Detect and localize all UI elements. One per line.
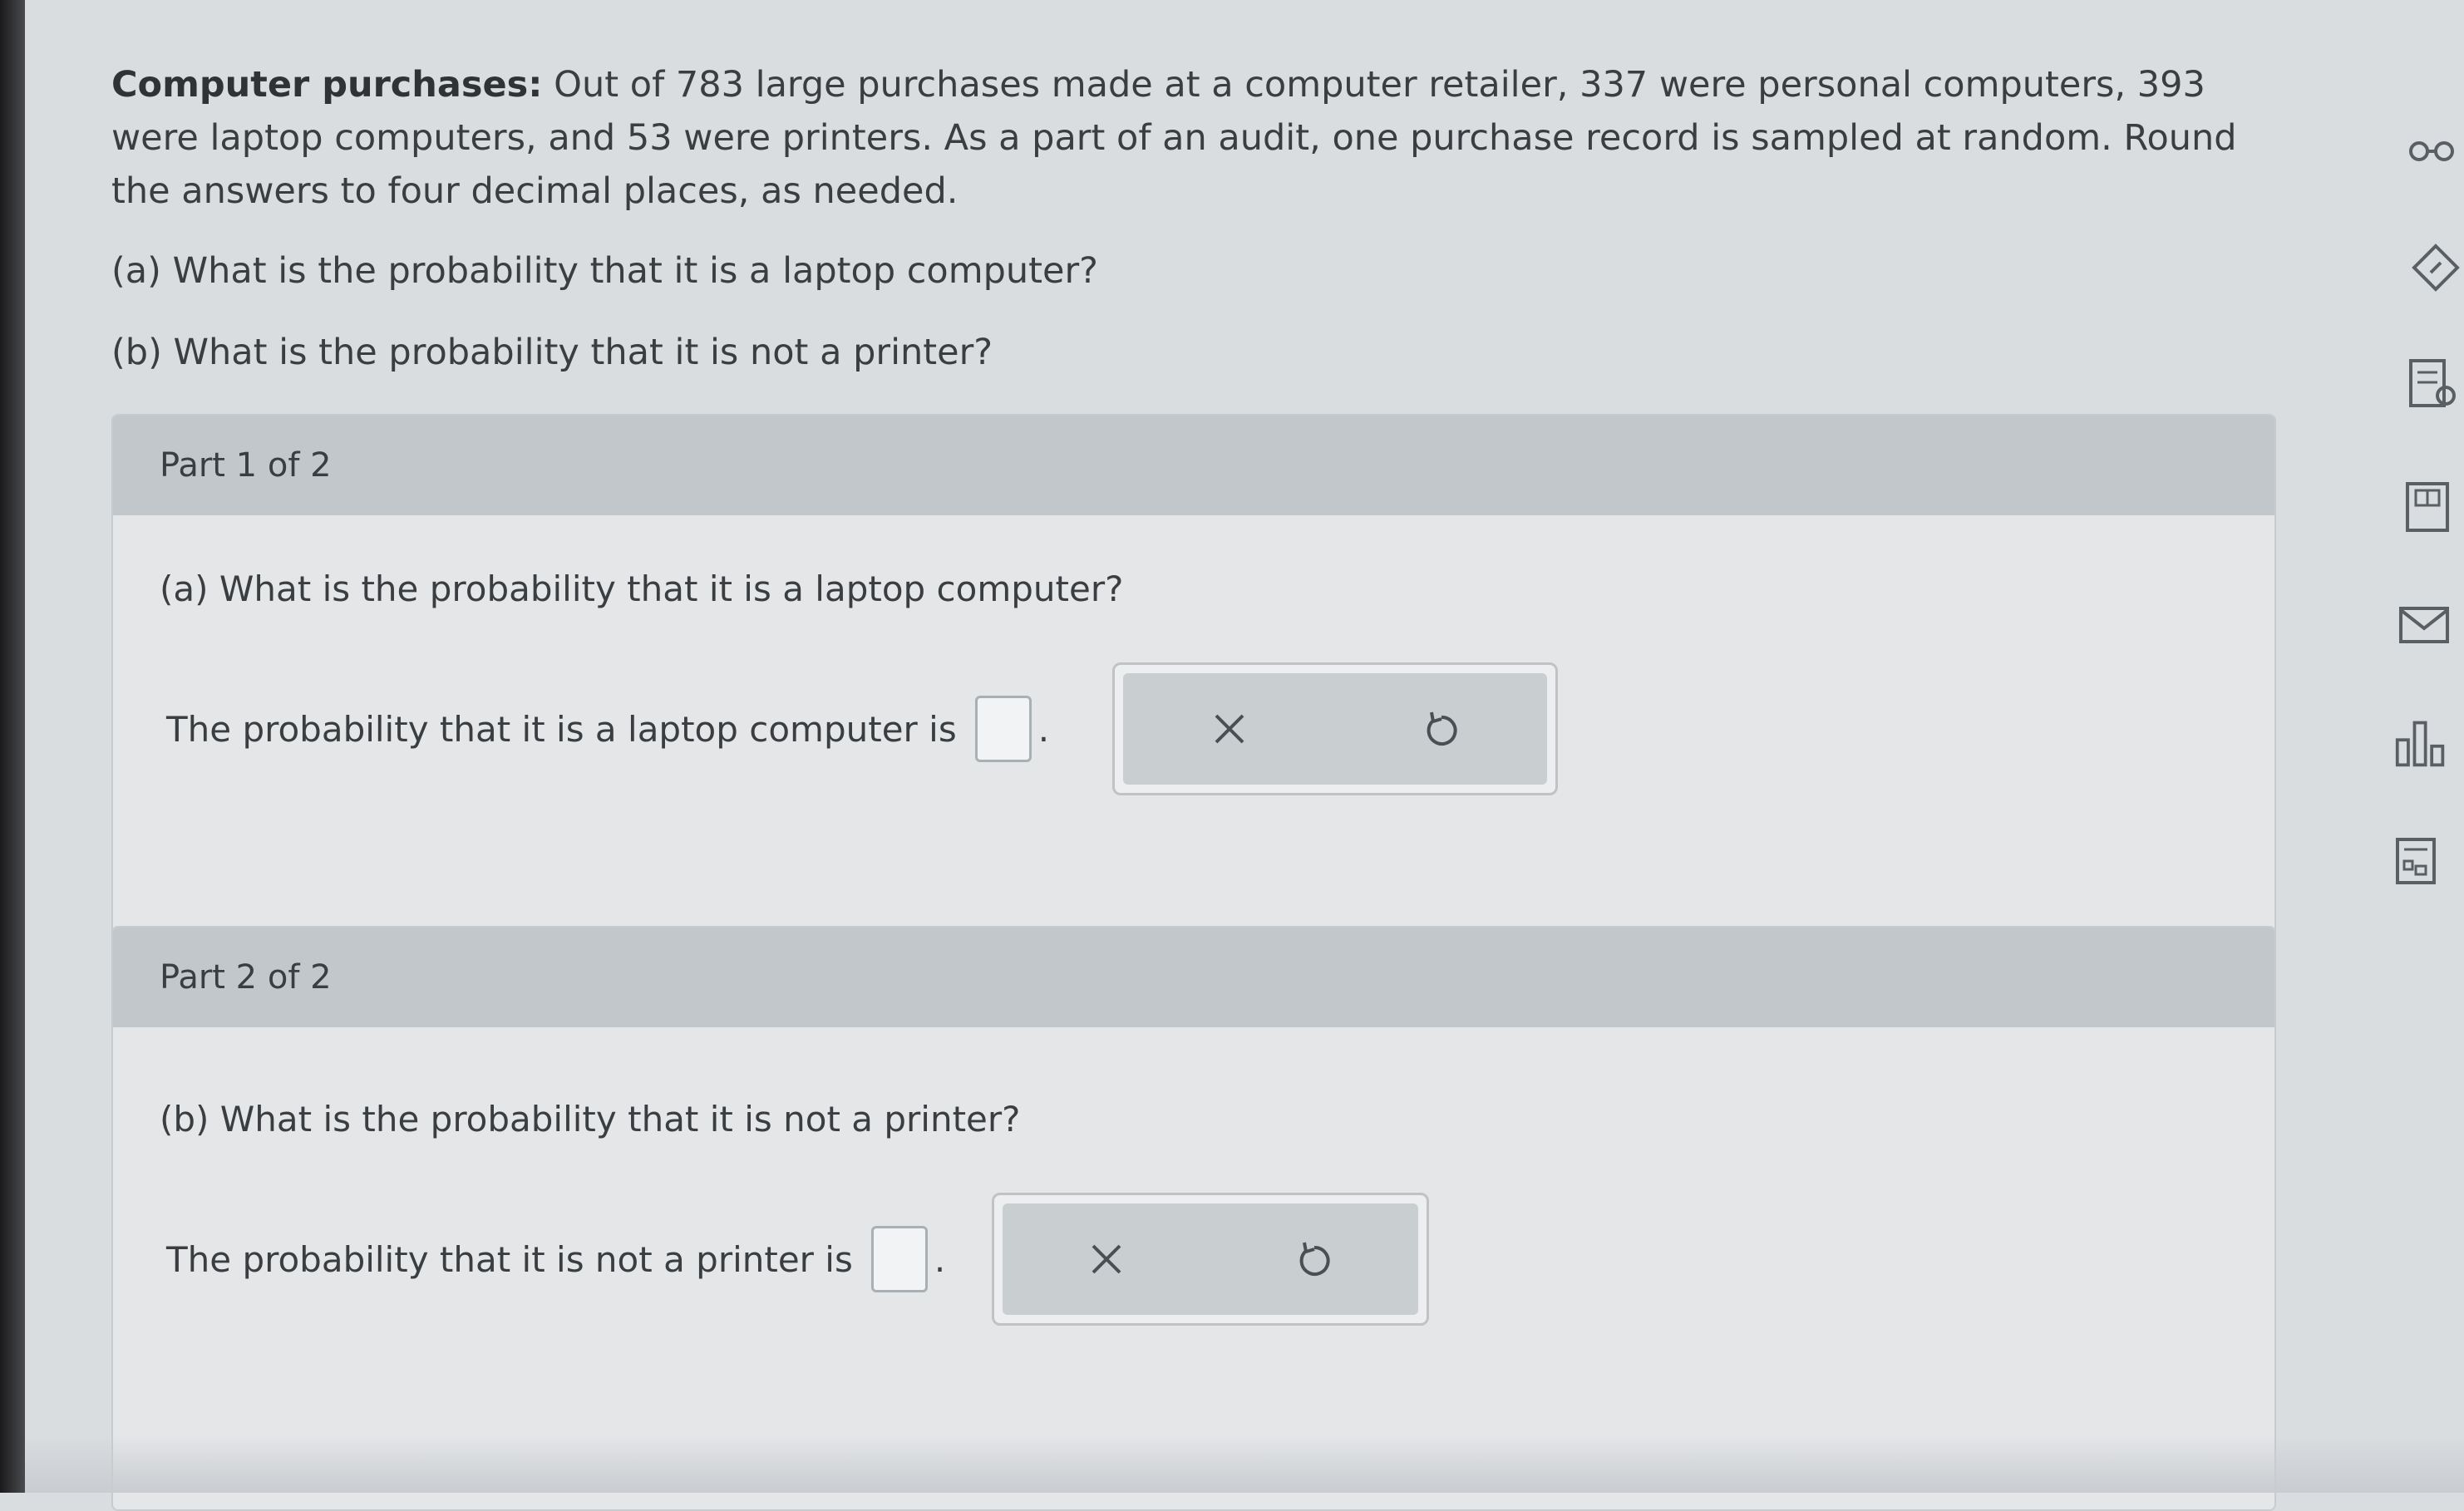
screen-bezel <box>0 0 25 1493</box>
undo-icon <box>1299 1242 1330 1276</box>
bar-chart-icon[interactable] <box>2394 716 2447 770</box>
table-icon[interactable] <box>2389 834 2442 888</box>
problem-content: Computer purchases: Out of 783 large pur… <box>111 58 2273 379</box>
part-1-panel: Part 1 of 2 (a) What is the probability … <box>111 414 2276 966</box>
part-1-period: . <box>1037 708 1050 750</box>
question-a: (a) What is the probability that it is a… <box>111 250 1098 292</box>
part-2-panel: Part 2 of 2 (b) What is the probability … <box>111 926 2276 1511</box>
part-2-toolbar <box>992 1193 1430 1326</box>
part-1-header: Part 1 of 2 <box>113 416 2274 515</box>
part-2-undo-button[interactable] <box>1281 1226 1348 1292</box>
part-2-answer-label: The probability that it is not a printer… <box>166 1238 853 1280</box>
part-1-toolbar-inner <box>1123 673 1548 785</box>
mail-icon[interactable] <box>2397 598 2451 652</box>
problem-statement: Computer purchases: Out of 783 large pur… <box>111 58 2289 218</box>
part-2-clear-button[interactable] <box>1073 1226 1140 1292</box>
calculator-icon[interactable] <box>2401 480 2454 534</box>
question-b: (b) What is the probability that it is n… <box>111 332 993 373</box>
bottom-shading <box>25 1435 2464 1493</box>
part-2-question: (b) What is the probability that it is n… <box>160 1099 1021 1139</box>
part-1-undo-button[interactable] <box>1408 696 1475 762</box>
right-toolbar <box>2373 0 2464 1493</box>
problem-title: Computer purchases: <box>111 64 543 106</box>
pencil-icon[interactable] <box>2409 241 2462 294</box>
close-icon <box>1215 714 1244 744</box>
glasses-icon[interactable] <box>2406 125 2459 178</box>
part-2-answer-row: The probability that it is not a printer… <box>166 1193 2274 1326</box>
undo-icon <box>1427 711 1457 746</box>
part-1-clear-button[interactable] <box>1196 696 1263 762</box>
part-1-answer-row: The probability that it is a laptop comp… <box>166 662 2274 795</box>
part-2-period: . <box>934 1238 946 1280</box>
part-1-answer-label: The probability that it is a laptop comp… <box>166 708 957 750</box>
close-icon <box>1092 1244 1121 1274</box>
part-2-toolbar-inner <box>1003 1203 1419 1315</box>
notes-icon[interactable] <box>2406 357 2459 411</box>
part-1-answer-input[interactable] <box>974 696 1032 762</box>
part-2-header: Part 2 of 2 <box>113 928 2274 1027</box>
part-1-toolbar <box>1112 662 1559 795</box>
part-1-question: (a) What is the probability that it is a… <box>160 568 1124 609</box>
part-2-answer-input[interactable] <box>870 1226 928 1292</box>
